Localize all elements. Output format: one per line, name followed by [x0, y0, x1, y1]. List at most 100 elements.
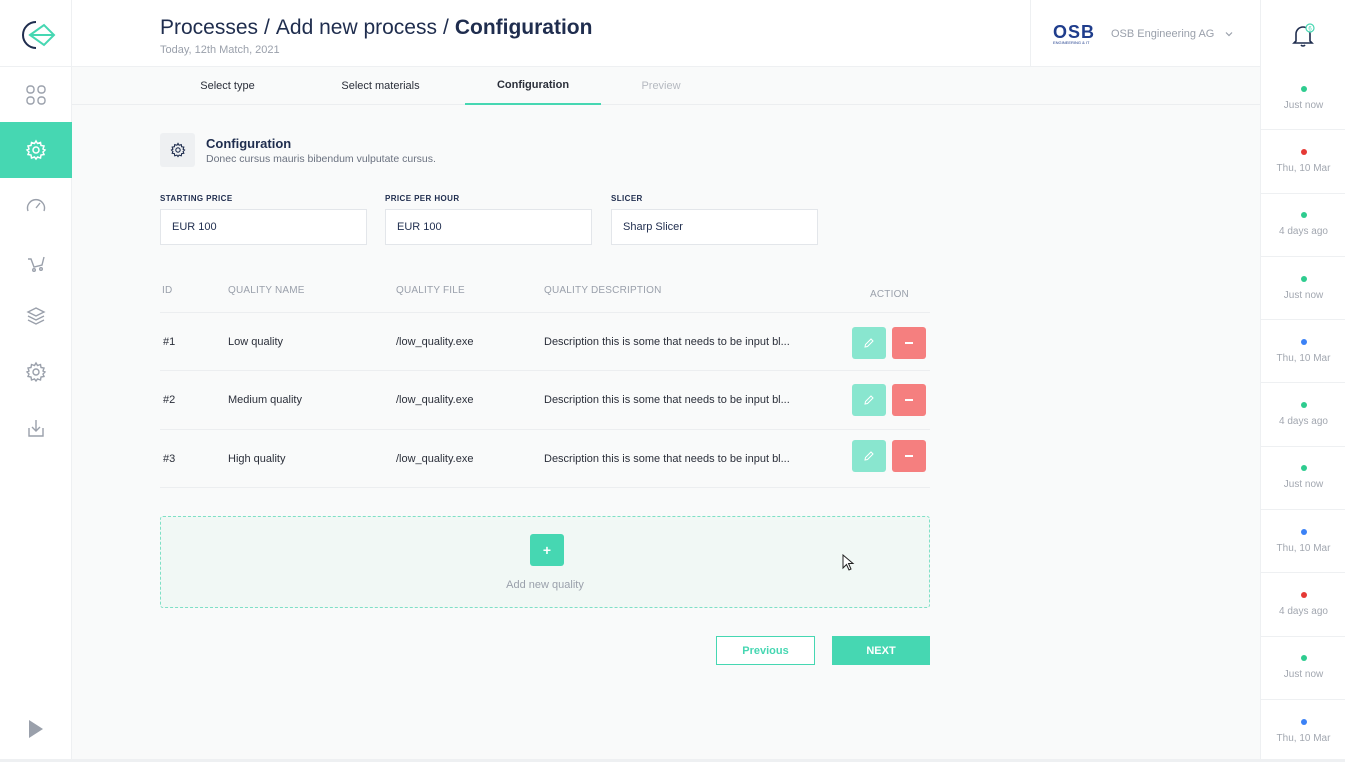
- status-dot-icon: [1300, 148, 1307, 155]
- starting-price-label: STARTING PRICE: [160, 194, 233, 203]
- play-icon[interactable]: [26, 718, 46, 740]
- row-quality-description: Description this is some that needs to b…: [544, 336, 790, 348]
- status-dot-icon: [1300, 212, 1307, 219]
- minus-icon: [905, 455, 913, 457]
- status-dot-icon: [1300, 85, 1307, 92]
- company-name: OSB Engineering AG: [1111, 27, 1215, 40]
- notification-list: Just now Thu, 10 Mar 4 days ago Just now Thu…: [1261, 67, 1345, 762]
- notification-time: Thu, 10 Mar: [1276, 542, 1331, 554]
- row-id: #3: [163, 453, 176, 465]
- sidebar-item-dashboard[interactable]: [0, 67, 72, 123]
- column-header-quality-name: QUALITY NAME: [228, 285, 305, 296]
- add-quality-button[interactable]: +: [530, 534, 564, 566]
- notification-item[interactable]: 4 days ago: [1261, 383, 1345, 447]
- status-dot-icon: [1300, 338, 1307, 345]
- notification-item[interactable]: Just now: [1261, 637, 1345, 700]
- chevron-down-icon: [1225, 31, 1233, 36]
- pencil-icon: [864, 395, 874, 405]
- notification-time: Thu, 10 Mar: [1276, 732, 1331, 744]
- sidebar-item-layers[interactable]: [0, 288, 72, 344]
- row-quality-name: Low quality: [228, 336, 284, 348]
- status-dot-icon: [1300, 465, 1307, 472]
- app-logo-icon[interactable]: [14, 16, 58, 54]
- breadcrumb-separator: /: [442, 16, 449, 39]
- main-content: Select type Select materials Configurati…: [72, 67, 1260, 762]
- speedometer-icon: [26, 198, 46, 212]
- minus-icon: [905, 342, 913, 344]
- company-logo-subtext: ENGINEERING & IT: [1053, 40, 1090, 45]
- tab-select-type[interactable]: Select type: [160, 67, 295, 105]
- status-dot-icon: [1300, 275, 1307, 282]
- add-quality-label: Add new quality: [506, 579, 584, 591]
- sidebar-item-downloads[interactable]: [0, 400, 72, 456]
- notification-item[interactable]: Thu, 10 Mar: [1261, 700, 1345, 762]
- stepper-tabs: Select type Select materials Configurati…: [72, 67, 1260, 105]
- notification-item[interactable]: Thu, 10 Mar: [1261, 510, 1345, 574]
- notification-item[interactable]: 4 days ago: [1261, 194, 1345, 257]
- mouse-cursor-icon: [842, 554, 855, 571]
- notification-item[interactable]: Just now: [1261, 257, 1345, 321]
- sidebar-item-processes[interactable]: [0, 122, 72, 178]
- table-row: #1 Low quality /low_quality.exe Descript…: [160, 312, 930, 371]
- cart-icon: [28, 256, 45, 273]
- price-per-hour-label: PRICE PER HOUR: [385, 194, 460, 203]
- row-quality-file: /low_quality.exe: [396, 394, 474, 406]
- header: Processes / Add new process / Configuration …: [72, 0, 1260, 67]
- sidebar-item-performance[interactable]: [0, 178, 72, 234]
- notification-time: Just now: [1283, 669, 1324, 681]
- notification-item[interactable]: Thu, 10 Mar: [1261, 320, 1345, 384]
- pencil-icon: [864, 451, 874, 461]
- row-quality-file: /low_quality.exe: [396, 336, 474, 348]
- notification-item[interactable]: Just now: [1261, 447, 1345, 511]
- row-quality-file: /low_quality.exe: [396, 453, 474, 465]
- delete-button[interactable]: [892, 384, 926, 416]
- notification-time: 4 days ago: [1279, 416, 1328, 428]
- notification-time: 4 days ago: [1279, 606, 1328, 618]
- notification-item[interactable]: Thu, 10 Mar: [1261, 130, 1345, 194]
- notification-time: 4 days ago: [1279, 226, 1328, 238]
- settings-alt-icon: [25, 361, 47, 383]
- page-date: Today, 12th Match, 2021: [160, 44, 280, 56]
- status-dot-icon: [1300, 655, 1307, 662]
- row-id: #1: [163, 336, 176, 348]
- sidebar: [0, 0, 72, 762]
- breadcrumb-item-add-new-process[interactable]: Add new process: [276, 16, 437, 39]
- notification-time: Thu, 10 Mar: [1276, 162, 1331, 174]
- next-button[interactable]: NEXT: [832, 636, 930, 665]
- column-header-id: ID: [162, 285, 173, 296]
- breadcrumb-item-current: Configuration: [454, 16, 593, 39]
- edit-button[interactable]: [852, 327, 886, 359]
- sidebar-item-orders[interactable]: [0, 234, 72, 290]
- add-quality-dropzone[interactable]: + Add new quality: [160, 516, 930, 608]
- bell-icon[interactable]: 6: [1291, 22, 1317, 50]
- edit-button[interactable]: [852, 384, 886, 416]
- starting-price-input[interactable]: [160, 209, 367, 245]
- notification-time: Thu, 10 Mar: [1276, 352, 1331, 364]
- edit-button[interactable]: [852, 440, 886, 472]
- download-icon: [28, 420, 44, 437]
- company-switcher[interactable]: OSB ENGINEERING & IT OSB Engineering AG: [1030, 0, 1260, 67]
- row-quality-description: Description this is some that needs to b…: [544, 453, 790, 465]
- gear-icon: [170, 142, 185, 158]
- table-row: #2 Medium quality /low_quality.exe Descr…: [160, 370, 930, 429]
- table-divider: [160, 487, 930, 488]
- delete-button[interactable]: [892, 440, 926, 472]
- company-logo-icon: OSB ENGINEERING & IT: [1053, 23, 1094, 45]
- minus-icon: [905, 399, 913, 401]
- price-per-hour-input[interactable]: [385, 209, 592, 245]
- previous-button[interactable]: Previous: [716, 636, 815, 665]
- tab-configuration[interactable]: Configuration: [465, 67, 601, 105]
- section-title: Configuration: [206, 136, 292, 151]
- dashboard-icon: [26, 85, 46, 105]
- breadcrumb: Processes / Add new process / Configuration: [160, 16, 592, 40]
- slicer-input[interactable]: [611, 209, 818, 245]
- sidebar-item-settings[interactable]: [0, 344, 72, 400]
- tab-select-materials[interactable]: Select materials: [313, 67, 448, 105]
- notification-item[interactable]: 4 days ago: [1261, 573, 1345, 637]
- breadcrumb-item-processes[interactable]: Processes: [160, 16, 258, 39]
- notification-item[interactable]: Just now: [1261, 67, 1345, 131]
- status-dot-icon: [1300, 718, 1307, 725]
- row-quality-name: High quality: [228, 453, 286, 465]
- delete-button[interactable]: [892, 327, 926, 359]
- row-id: #2: [163, 394, 176, 406]
